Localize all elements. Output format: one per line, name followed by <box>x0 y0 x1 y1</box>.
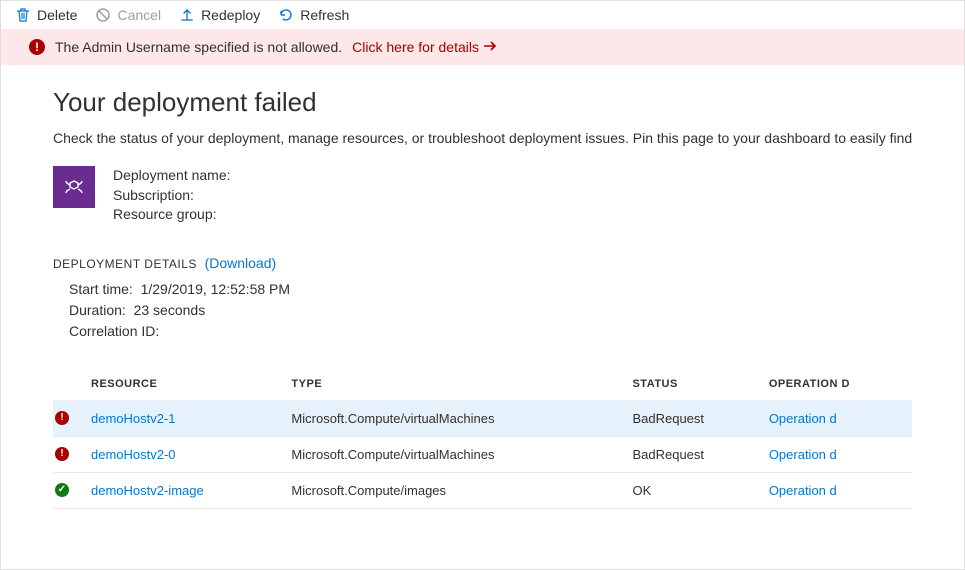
trash-icon <box>15 7 31 23</box>
refresh-icon <box>278 7 294 23</box>
resource-status: OK <box>624 472 760 508</box>
correlation-id-label: Correlation ID: <box>69 323 159 339</box>
resource-link[interactable]: demoHostv2-0 <box>91 447 176 462</box>
cancel-button: Cancel <box>95 7 161 23</box>
arrow-right-icon <box>483 39 497 55</box>
refresh-label: Refresh <box>300 7 349 23</box>
start-time-label: Start time: <box>69 281 133 297</box>
table-row[interactable]: ! demoHostv2-1 Microsoft.Compute/virtualMa… <box>53 400 912 436</box>
error-details-link[interactable]: Click here for details <box>352 39 497 55</box>
duration-value: 23 seconds <box>134 302 206 318</box>
resource-link[interactable]: demoHostv2-image <box>91 483 204 498</box>
resource-link[interactable]: demoHostv2-1 <box>91 411 176 426</box>
page-title: Your deployment failed <box>53 87 912 118</box>
delete-button[interactable]: Delete <box>15 7 77 23</box>
col-resource[interactable]: RESOURCE <box>83 368 283 401</box>
redeploy-button[interactable]: Redeploy <box>179 7 260 23</box>
refresh-button[interactable]: Refresh <box>278 7 349 23</box>
success-icon: ✓ <box>55 483 69 497</box>
download-link[interactable]: (Download) <box>205 255 277 271</box>
details-heading: DEPLOYMENT DETAILS <box>53 257 197 271</box>
col-type[interactable]: TYPE <box>283 368 624 401</box>
operation-link[interactable]: Operation d <box>769 447 837 462</box>
resource-status: BadRequest <box>624 400 760 436</box>
resource-type: Microsoft.Compute/images <box>283 472 624 508</box>
page-subtext: Check the status of your deployment, man… <box>53 130 912 146</box>
error-details-label: Click here for details <box>352 39 479 55</box>
operation-link[interactable]: Operation d <box>769 411 837 426</box>
resource-type: Microsoft.Compute/virtualMachines <box>283 436 624 472</box>
duration-label: Duration: <box>69 302 126 318</box>
table-row[interactable]: ! demoHostv2-0 Microsoft.Compute/virtualMa… <box>53 436 912 472</box>
resource-group-label: Resource group: <box>113 205 231 225</box>
operation-link[interactable]: Operation d <box>769 483 837 498</box>
toolbar: Delete Cancel Redeploy Refresh <box>1 1 964 29</box>
deployment-icon <box>53 166 95 208</box>
col-status[interactable]: STATUS <box>624 368 760 401</box>
error-message: The Admin Username specified is not allo… <box>55 39 342 55</box>
deployment-name-label: Deployment name: <box>113 166 231 186</box>
start-time-value: 1/29/2019, 12:52:58 PM <box>141 281 290 297</box>
deployment-details: DEPLOYMENT DETAILS (Download) Start time… <box>53 255 912 342</box>
error-icon: ! <box>55 447 69 461</box>
resource-type: Microsoft.Compute/virtualMachines <box>283 400 624 436</box>
cancel-icon <box>95 7 111 23</box>
subscription-label: Subscription: <box>113 186 231 206</box>
summary-fields: Deployment name: Subscription: Resource … <box>113 166 231 225</box>
error-icon: ! <box>55 411 69 425</box>
resource-table: RESOURCE TYPE STATUS OPERATION D ! demoHo… <box>53 368 912 509</box>
resource-status: BadRequest <box>624 436 760 472</box>
redeploy-label: Redeploy <box>201 7 260 23</box>
cancel-label: Cancel <box>117 7 161 23</box>
table-row[interactable]: ✓ demoHostv2-image Microsoft.Compute/image… <box>53 472 912 508</box>
col-operation[interactable]: OPERATION D <box>761 368 912 401</box>
error-icon: ! <box>29 39 45 55</box>
delete-label: Delete <box>37 7 77 23</box>
deployment-summary: Deployment name: Subscription: Resource … <box>53 166 912 225</box>
error-banner: ! The Admin Username specified is not al… <box>1 29 964 65</box>
content: Your deployment failed Check the status … <box>1 65 964 509</box>
redeploy-icon <box>179 7 195 23</box>
